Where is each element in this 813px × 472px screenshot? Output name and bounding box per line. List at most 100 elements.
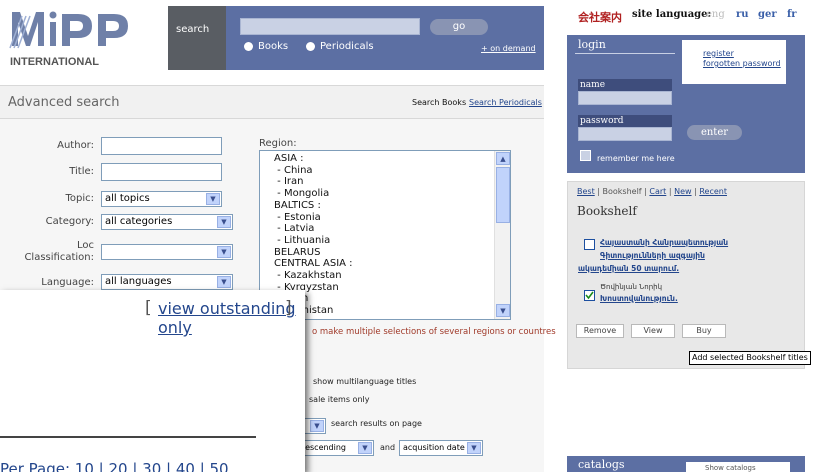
site-language-label: site language: (632, 9, 712, 20)
divider-rule (0, 436, 256, 438)
region-option[interactable]: - Mongolia (274, 188, 353, 200)
chevron-down-icon: ▼ (310, 420, 324, 432)
chevron-down-icon: ▼ (467, 442, 481, 454)
region-option[interactable]: - Latvia (274, 223, 353, 235)
radio-periodicals-label: Periodicals (320, 41, 374, 52)
bookshelf-nav: Best | Bookshelf | Cart | New | Recent (577, 187, 727, 196)
logo[interactable]: INTERNATIONAL (8, 8, 158, 70)
category-label: Category: (45, 216, 94, 227)
search-periodicals-link[interactable]: Search Periodicals (469, 98, 542, 107)
nav-best[interactable]: Best (577, 187, 595, 196)
open-bracket: [ (145, 298, 152, 318)
logo-subtitle: INTERNATIONAL (10, 56, 100, 68)
catalogs-sub: Show catalogs (705, 464, 756, 472)
per-page-selector[interactable]: Per Page: 10 | 20 | 30 | 40 | 50 (0, 460, 229, 472)
sort-order-value: descending (300, 443, 347, 452)
forgotten-password-link[interactable]: forgotten password (703, 59, 781, 68)
sort-field-value: acqusition date (403, 443, 465, 452)
category-select-value: all categories (105, 216, 173, 227)
radio-books-label: Books (258, 41, 289, 52)
remove-button[interactable]: Remove (576, 324, 624, 338)
view-button[interactable]: View (631, 324, 675, 338)
chevron-down-icon: ▼ (206, 193, 220, 205)
scroll-down-icon[interactable]: ▼ (496, 304, 510, 317)
lang-fr[interactable]: fr (787, 9, 797, 20)
item2-author: Ծովինյան Նորիկ (600, 283, 663, 291)
item2-checkbox[interactable] (584, 290, 595, 301)
search-header-blue (226, 6, 544, 70)
lang-ger[interactable]: ger (758, 9, 777, 20)
loc-label-line2: Classification: (24, 252, 94, 263)
loc-select[interactable]: ▼ (101, 244, 233, 260)
zoom-overlay: [ view outstanding only ] Per Page: 10 |… (0, 290, 305, 472)
search-books-text: Search Books (412, 98, 467, 107)
lang-eng[interactable]: eng (706, 9, 725, 20)
chevron-down-icon: ▼ (358, 442, 372, 454)
region-label: Region: (259, 138, 297, 149)
region-option[interactable]: - Kazakhstan (274, 270, 353, 282)
topic-label: Topic: (65, 193, 94, 204)
item1-title-line3[interactable]: ակադեմիան 50 տարում. (578, 264, 679, 273)
item1-title-line1[interactable]: Հայաստանի Հանրապետության (600, 238, 728, 247)
nav-sep: | (666, 187, 675, 196)
sort-field-select[interactable]: acqusition date ▼ (399, 440, 483, 456)
region-scrollbar[interactable]: ▲ ▼ (494, 151, 510, 319)
mipp-logo-icon (9, 11, 128, 49)
region-option[interactable]: - Iran (274, 176, 353, 188)
item1-title-line2[interactable]: Գիտությունների ազգային (600, 251, 705, 260)
register-link[interactable]: register (703, 49, 734, 58)
buy-button[interactable]: Buy (682, 324, 726, 338)
item2-title[interactable]: Խոստովանություն. (600, 294, 678, 303)
chevron-down-icon: ▼ (217, 246, 231, 258)
search-input[interactable] (240, 18, 420, 35)
language-label: Language: (41, 277, 94, 288)
scroll-up-icon[interactable]: ▲ (496, 152, 510, 165)
topic-select-value: all topics (105, 193, 150, 204)
scroll-thumb[interactable] (496, 167, 510, 223)
radio-periodicals[interactable] (306, 42, 315, 51)
radio-books[interactable] (244, 42, 253, 51)
title-label: Title: (69, 166, 94, 177)
login-title-rule (575, 53, 675, 54)
sort-order-select[interactable]: descending ▼ (296, 440, 374, 456)
go-button[interactable]: go (430, 19, 488, 35)
close-bracket: ] (285, 298, 292, 318)
topic-select[interactable]: all topics ▼ (101, 191, 222, 207)
opt-sale: sale items only (309, 395, 370, 404)
region-option[interactable]: CENTRAL ASIA : (274, 258, 353, 270)
nav-cart[interactable]: Cart (649, 187, 666, 196)
login-title: login (578, 38, 606, 51)
nav-recent[interactable]: Recent (699, 187, 727, 196)
name-label: name (578, 79, 672, 91)
search-label: search (176, 24, 210, 35)
region-option[interactable]: BELARUS (274, 247, 353, 259)
category-select[interactable]: all categories ▼ (101, 214, 233, 230)
remember-checkbox[interactable] (580, 150, 591, 161)
region-option[interactable]: - China (274, 165, 353, 177)
name-input[interactable] (578, 91, 672, 105)
buy-tooltip: Add selected Bookshelf titles (689, 351, 811, 365)
enter-button[interactable]: enter (687, 125, 742, 140)
language-select[interactable]: all languages ▼ (101, 274, 233, 290)
nav-new[interactable]: New (674, 187, 691, 196)
on-demand-link[interactable]: + on demand (481, 44, 536, 53)
password-label: password (578, 115, 672, 127)
advanced-title: Advanced search (8, 95, 120, 110)
chevron-down-icon: ▼ (217, 276, 231, 288)
results-on-page: search results on page (331, 419, 422, 428)
author-label: Author: (57, 140, 94, 151)
japanese-company-link[interactable]: 会社案内 (578, 9, 622, 25)
region-option[interactable]: BALTICS : (274, 200, 353, 212)
view-outstanding-link[interactable]: view outstanding only (158, 299, 305, 337)
author-input[interactable] (101, 137, 222, 155)
item1-checkbox[interactable] (584, 239, 595, 250)
remember-label: remember me here (597, 154, 675, 163)
region-option[interactable]: ASIA : (274, 153, 353, 165)
password-input[interactable] (578, 127, 672, 141)
title-input[interactable] (101, 163, 222, 181)
language-select-value: all languages (105, 276, 172, 287)
lang-ru[interactable]: ru (736, 9, 749, 20)
region-option[interactable]: - Estonia (274, 212, 353, 224)
region-option[interactable]: - Lithuania (274, 235, 353, 247)
multi-select-hint: o make multiple selections of several re… (312, 327, 556, 337)
